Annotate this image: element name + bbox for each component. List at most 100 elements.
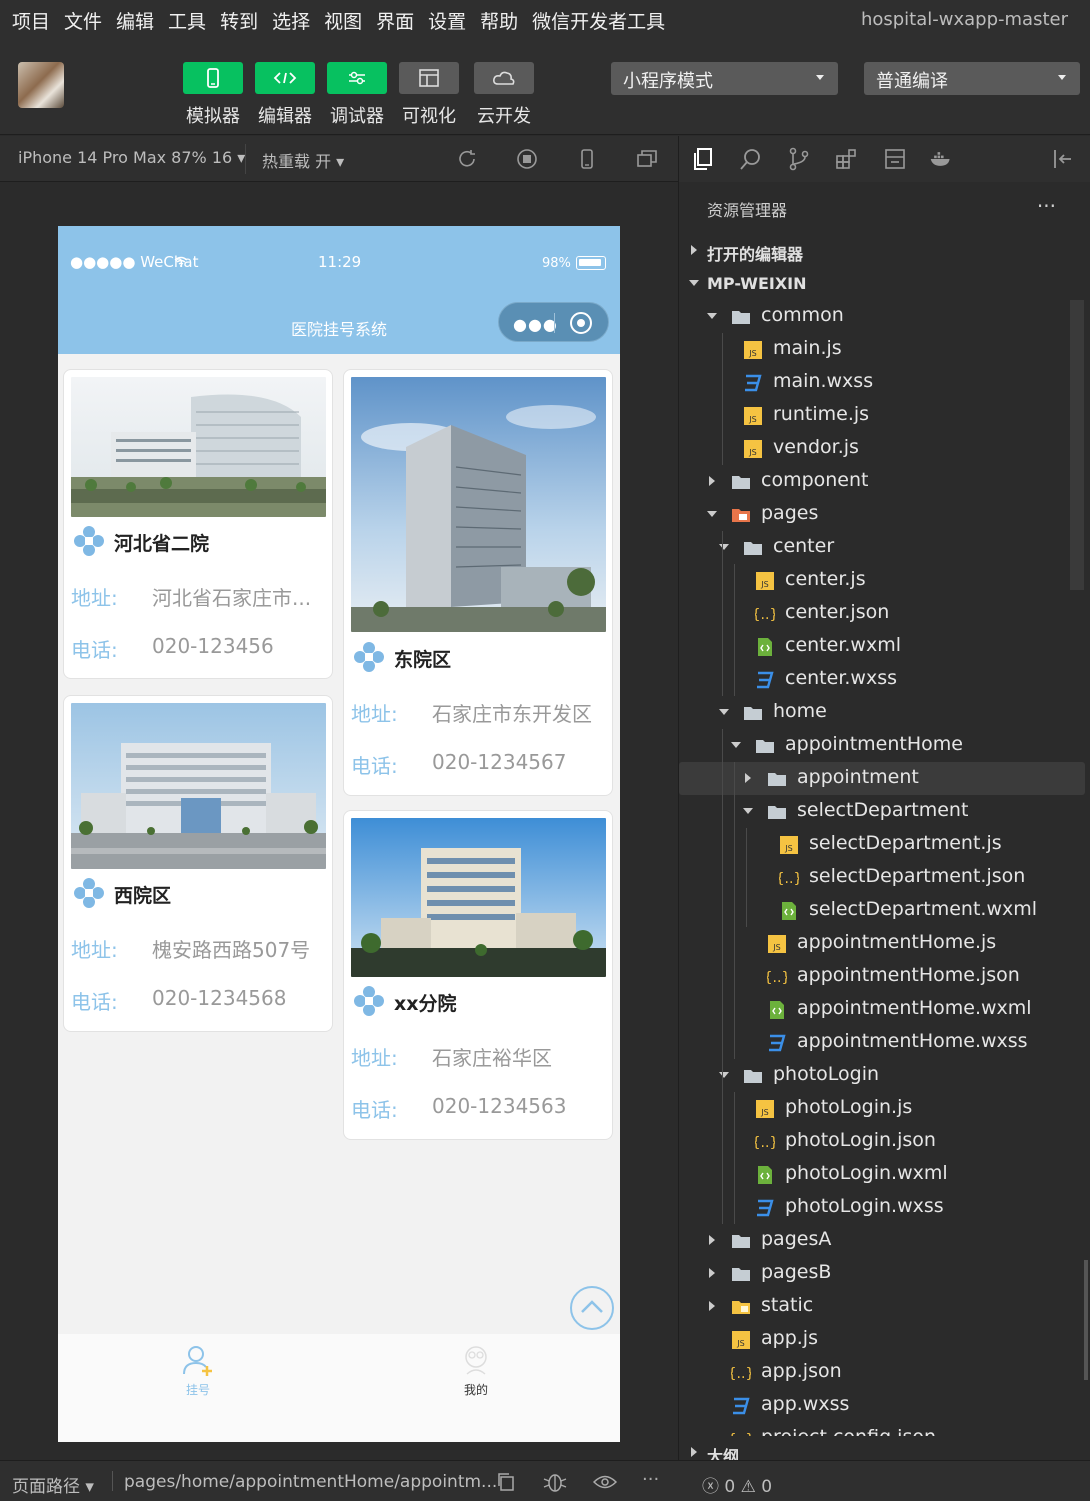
tree-file[interactable]: JS runtime.js xyxy=(679,399,1085,432)
menu-item-select[interactable]: 选择 xyxy=(272,7,310,34)
scrollbar[interactable] xyxy=(1070,300,1084,590)
tree-file[interactable]: main.wxss xyxy=(679,366,1085,399)
tree-file[interactable]: {..} app.json xyxy=(679,1356,1085,1389)
tree-folder[interactable]: pagesB xyxy=(679,1257,1085,1290)
menu-item-tools[interactable]: 工具 xyxy=(168,7,206,34)
extensions-icon[interactable] xyxy=(835,147,859,171)
avatar[interactable] xyxy=(18,62,64,108)
tree-file[interactable]: photoLogin.wxml xyxy=(679,1158,1085,1191)
project-root-section[interactable]: MP-WEIXIN xyxy=(679,267,1090,300)
visual-button[interactable] xyxy=(399,62,459,94)
tree-folder[interactable]: common xyxy=(679,300,1085,333)
chevron-right-icon xyxy=(709,1301,715,1311)
files-icon[interactable] xyxy=(691,147,715,171)
outline-section[interactable]: 大纲 xyxy=(679,1436,1090,1460)
explorer-panel: 资源管理器 ··· 打开的编辑器 MP-WEIXIN common JS main.… xyxy=(679,182,1090,1460)
debugger-button[interactable] xyxy=(327,62,387,94)
debugger-label: 调试器 xyxy=(330,106,384,127)
tree-file[interactable]: center.wxml xyxy=(679,630,1085,663)
tree-file[interactable]: selectDepartment.wxml xyxy=(679,894,1085,927)
bug-icon[interactable] xyxy=(542,1471,568,1493)
chevron-down-icon xyxy=(1058,75,1066,80)
tree-file[interactable]: {..} photoLogin.json xyxy=(679,1125,1085,1158)
tab-register[interactable]: 挂号 xyxy=(138,1344,258,1398)
menu-item-interface[interactable]: 界面 xyxy=(376,7,414,34)
menu-item-edit[interactable]: 编辑 xyxy=(116,7,154,34)
scrollbar[interactable] xyxy=(1084,1260,1088,1380)
menu-item-file[interactable]: 文件 xyxy=(64,7,102,34)
hospital-card[interactable]: 河北省二院 地址: 河北省石家庄市... 电话: 020-123456 xyxy=(63,369,333,679)
editor-button[interactable] xyxy=(255,62,315,94)
phone-icon xyxy=(207,68,219,88)
tree-folder[interactable]: center xyxy=(679,531,1085,564)
tree-folder[interactable]: component xyxy=(679,465,1085,498)
tree-folder[interactable]: selectDepartment xyxy=(679,795,1085,828)
source-control-icon[interactable] xyxy=(787,147,811,171)
detach-window-icon[interactable] xyxy=(636,148,658,170)
menu-item-help[interactable]: 帮助 xyxy=(480,7,518,34)
chevron-down-icon xyxy=(743,808,753,814)
cloud-button[interactable] xyxy=(474,62,534,94)
tree-folder[interactable]: photoLogin xyxy=(679,1059,1085,1092)
tree-file[interactable]: JS photoLogin.js xyxy=(679,1092,1085,1125)
close-miniprogram-icon[interactable] xyxy=(570,312,592,334)
problems-counter[interactable]: ⓧ 0 ⚠ 0 xyxy=(702,1472,772,1497)
more-icon[interactable]: ··· xyxy=(642,1469,659,1490)
hospital-card[interactable]: 西院区 地址: 槐安路西路507号 电话: 020-1234568 xyxy=(63,695,333,1032)
user-add-icon xyxy=(183,1346,212,1376)
svg-text:JS: JS xyxy=(760,580,768,589)
open-editors-section[interactable]: 打开的编辑器 xyxy=(679,234,1090,267)
tree-file[interactable]: {..} selectDepartment.json xyxy=(679,861,1085,894)
phone-preview-icon[interactable] xyxy=(576,148,598,170)
page-path[interactable]: pages/home/appointmentHome/appointm... xyxy=(124,1472,497,1492)
tree-folder[interactable]: pages xyxy=(679,498,1085,531)
search-icon[interactable] xyxy=(739,147,763,171)
copy-icon[interactable] xyxy=(496,1472,516,1492)
page-path-select[interactable]: 页面路径 ▾ xyxy=(12,1472,94,1497)
tree-file[interactable]: JS vendor.js xyxy=(679,432,1085,465)
back-to-top-button[interactable] xyxy=(570,1286,614,1330)
tree-file[interactable]: appointmentHome.wxss xyxy=(679,1026,1085,1059)
hospital-card[interactable]: xx分院 地址: 石家庄裕华区 电话: 020-1234563 xyxy=(343,810,613,1140)
collapse-panel-icon[interactable] xyxy=(1051,147,1075,171)
hospital-card[interactable]: 东院区 地址: 石家庄市东开发区 电话: 020-1234567 xyxy=(343,369,613,796)
simulator-button[interactable] xyxy=(183,62,243,94)
tree-folder[interactable]: pagesA xyxy=(679,1224,1085,1257)
compile-select[interactable]: 普通编译 xyxy=(864,62,1080,95)
tree-folder[interactable]: appointment xyxy=(679,762,1085,795)
tree-item-label: home xyxy=(773,700,827,722)
menu-item-settings[interactable]: 设置 xyxy=(428,7,466,34)
svg-text:JS: JS xyxy=(772,943,780,952)
tree-file[interactable]: photoLogin.wxss xyxy=(679,1191,1085,1224)
tree-file[interactable]: {..} center.json xyxy=(679,597,1085,630)
tree-file[interactable]: app.wxss xyxy=(679,1389,1085,1422)
tree-file[interactable]: {..} appointmentHome.json xyxy=(679,960,1085,993)
tree-file[interactable]: JS app.js xyxy=(679,1323,1085,1356)
device-select[interactable]: iPhone 14 Pro Max 87% 16 ▾ xyxy=(18,148,245,167)
tree-file[interactable]: JS selectDepartment.js xyxy=(679,828,1085,861)
tree-file[interactable]: appointmentHome.wxml xyxy=(679,993,1085,1026)
tree-folder[interactable]: appointmentHome xyxy=(679,729,1085,762)
more-icon[interactable]: ··· xyxy=(1037,194,1056,218)
tab-mine[interactable]: 我的 xyxy=(416,1344,536,1398)
hot-reload-select[interactable]: 热重载 开 ▾ xyxy=(262,148,344,172)
mode-select[interactable]: 小程序模式 xyxy=(611,62,838,95)
docker-icon[interactable] xyxy=(929,147,953,171)
eye-icon[interactable] xyxy=(593,1473,617,1491)
menu-item-wechat-devtools[interactable]: 微信开发者工具 xyxy=(532,7,665,34)
menu-item-project[interactable]: 项目 xyxy=(12,7,50,34)
refresh-icon[interactable] xyxy=(456,148,478,170)
tree-file[interactable]: JS center.js xyxy=(679,564,1085,597)
stop-icon[interactable] xyxy=(516,148,538,170)
tree-folder[interactable]: home xyxy=(679,696,1085,729)
tree-file[interactable]: JS main.js xyxy=(679,333,1085,366)
tree-item-label: selectDepartment.json xyxy=(809,865,1026,887)
tree-file[interactable]: JS appointmentHome.js xyxy=(679,927,1085,960)
menu-item-goto[interactable]: 转到 xyxy=(220,7,258,34)
tree-file[interactable]: center.wxss xyxy=(679,663,1085,696)
simulator-label: 模拟器 xyxy=(186,106,240,127)
storage-icon[interactable] xyxy=(883,147,907,171)
menu-item-view[interactable]: 视图 xyxy=(324,7,362,34)
more-icon[interactable]: ●●● xyxy=(513,315,558,334)
tree-folder[interactable]: static xyxy=(679,1290,1085,1323)
